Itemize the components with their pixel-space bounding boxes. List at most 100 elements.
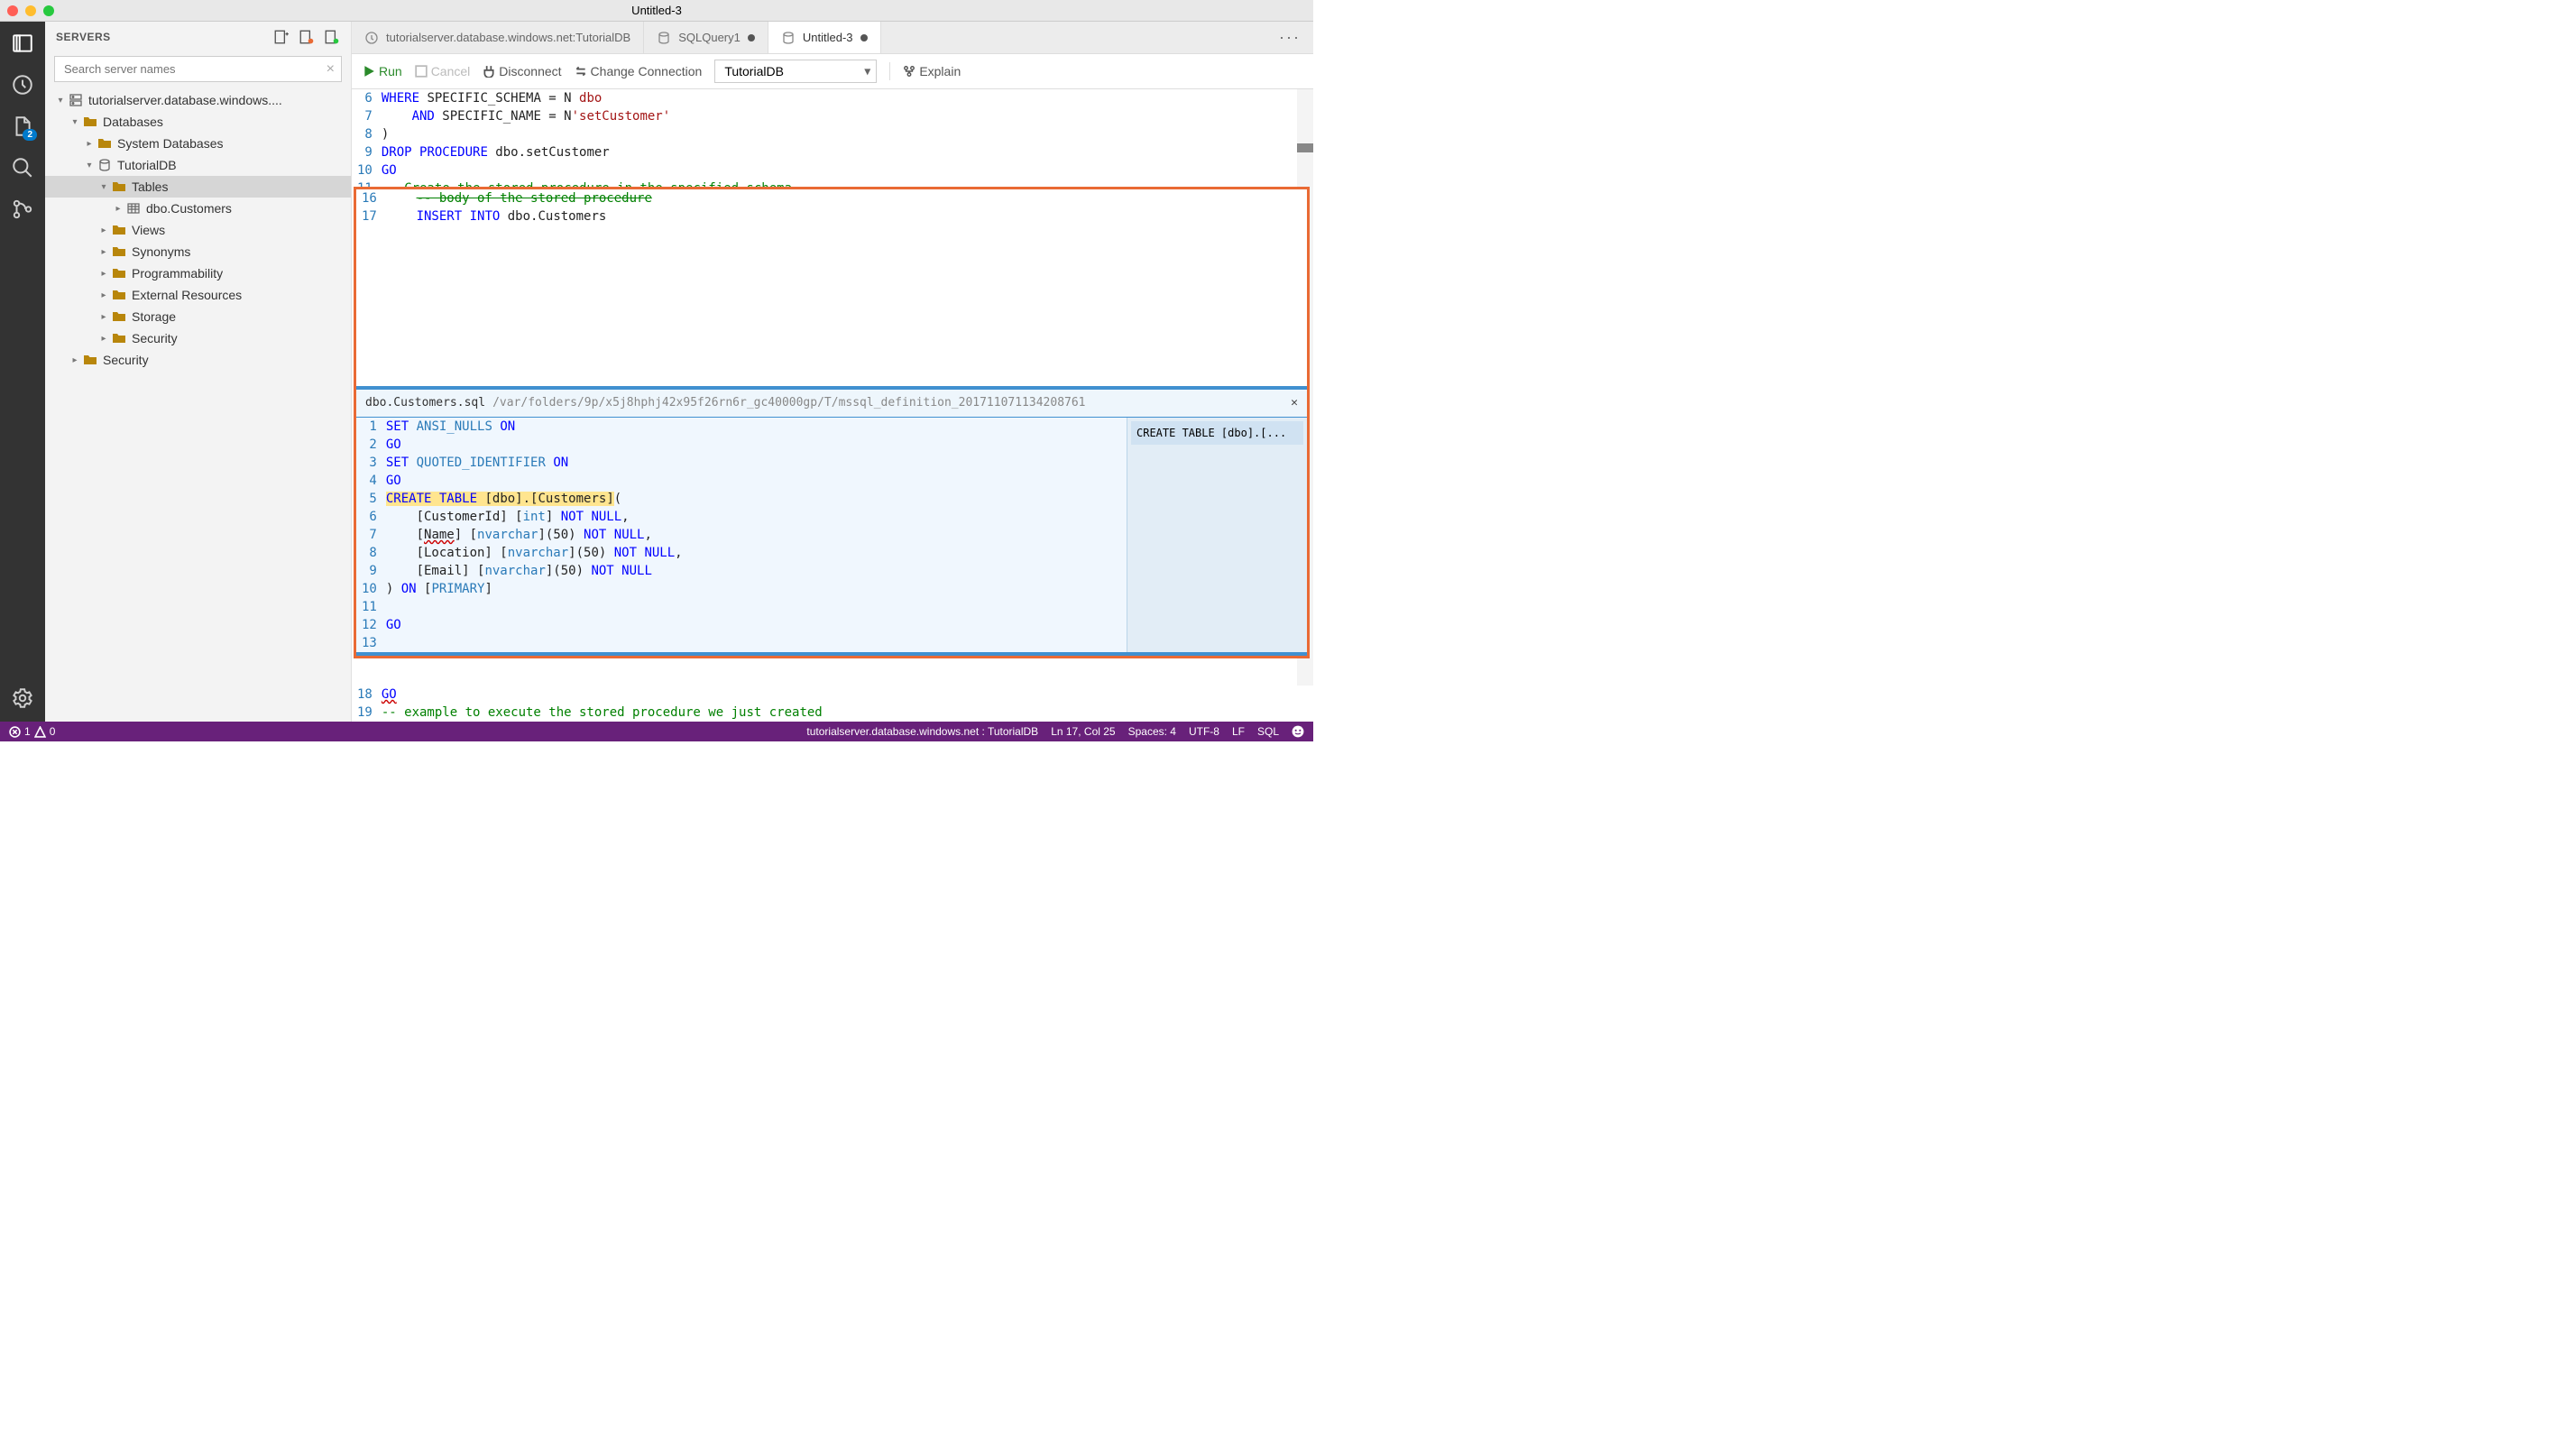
tree-item-prog[interactable]: ▸ Programmability	[45, 262, 351, 284]
folder-icon	[83, 353, 97, 367]
tab-label: Untitled-3	[803, 31, 853, 44]
tree-item-dbs[interactable]: ▾Databases	[45, 111, 351, 133]
folder-icon	[97, 136, 112, 151]
database-select-value: TutorialDB	[724, 64, 784, 78]
run-button[interactable]: Run	[363, 64, 402, 78]
peek-filepath: /var/folders/9p/x5j8hphj42x95f26rn6r_gc4…	[492, 394, 1085, 412]
change-connection-button[interactable]: Change Connection	[575, 64, 703, 78]
twisty-icon[interactable]: ▸	[97, 267, 110, 280]
twisty-icon[interactable]: ▸	[69, 354, 81, 366]
activity-settings-icon[interactable]	[10, 686, 35, 711]
tab-bar: tutorialserver.database.windows.net:Tuto…	[352, 22, 1313, 54]
twisty-icon[interactable]: ▸	[83, 137, 96, 150]
editor-lower[interactable]: 1819 GO-- example to execute the stored …	[352, 686, 1313, 722]
sidebar-header: SERVERS	[45, 22, 351, 52]
search-clear-icon[interactable]: ×	[327, 61, 335, 78]
tab-tab2[interactable]: SQLQuery1	[644, 22, 768, 53]
peek-filename: dbo.Customers.sql	[365, 394, 485, 412]
tree-item-ext[interactable]: ▸ External Resources	[45, 284, 351, 306]
window-close-button[interactable]	[7, 5, 18, 16]
peek-references-list: CREATE TABLE [dbo].[...	[1127, 418, 1307, 652]
twisty-icon[interactable]: ▾	[83, 159, 96, 171]
folder-icon	[112, 266, 126, 281]
window-minimize-button[interactable]	[25, 5, 36, 16]
peek-close-icon[interactable]: ✕	[1291, 394, 1298, 412]
editor-upper[interactable]: 6789101112131415 WHERE SPECIFIC_SCHEMA =…	[352, 89, 1313, 686]
dirty-indicator-icon	[748, 34, 755, 41]
tab-label: SQLQuery1	[678, 31, 741, 44]
toolbar-separator	[889, 62, 890, 80]
tree-item-srv[interactable]: ▾tutorialserver.database.windows....	[45, 89, 351, 111]
search-input[interactable]	[54, 56, 342, 82]
activity-history-icon[interactable]	[10, 72, 35, 97]
disconnect-button[interactable]: Disconnect	[483, 64, 561, 78]
tree-item-tables[interactable]: ▾ Tables	[45, 176, 351, 198]
query-toolbar: Run Cancel Disconnect Change Connection …	[352, 54, 1313, 89]
status-language[interactable]: SQL	[1257, 725, 1279, 738]
peek-header: dbo.Customers.sql /var/folders/9p/x5j8hp…	[356, 390, 1307, 418]
activity-search-icon[interactable]	[10, 155, 35, 180]
new-group-icon[interactable]	[324, 29, 340, 45]
tree-item-sysdb[interactable]: ▸ System Databases	[45, 133, 351, 154]
cancel-button[interactable]: Cancel	[415, 64, 471, 78]
twisty-icon[interactable]: ▸	[112, 202, 124, 215]
status-problems[interactable]: 1 0	[9, 725, 55, 738]
twisty-icon[interactable]: ▾	[97, 180, 110, 193]
tree-item-cust[interactable]: ▸dbo.Customers	[45, 198, 351, 219]
explain-button[interactable]: Explain	[903, 64, 961, 78]
tree-item-syn[interactable]: ▸Synonyms	[45, 241, 351, 262]
editor-area: tutorialserver.database.windows.net:Tuto…	[352, 22, 1313, 722]
status-feedback-icon[interactable]	[1292, 725, 1304, 738]
tree-label: System Databases	[117, 136, 224, 151]
tree-label: External Resources	[132, 288, 242, 302]
tab-label: tutorialserver.database.windows.net:Tuto…	[386, 31, 630, 44]
status-connection[interactable]: tutorialserver.database.windows.net : Tu…	[806, 725, 1038, 738]
folder-icon	[112, 309, 126, 324]
tree-item-stor[interactable]: ▸Storage	[45, 306, 351, 327]
sidebar-search: ×	[54, 56, 342, 82]
twisty-icon[interactable]: ▸	[97, 310, 110, 323]
tab-icon	[781, 31, 796, 45]
folder-icon	[83, 115, 97, 129]
new-connection-icon[interactable]	[273, 29, 290, 45]
tree-label: Programmability	[132, 266, 223, 281]
twisty-icon[interactable]: ▾	[69, 115, 81, 128]
window-zoom-button[interactable]	[43, 5, 54, 16]
tree-label: Views	[132, 223, 165, 237]
dirty-indicator-icon	[860, 34, 868, 41]
tab-icon	[364, 31, 379, 45]
tab-tab3[interactable]: Untitled-3	[768, 22, 881, 53]
tree-label: Tables	[132, 179, 168, 194]
tree-item-views[interactable]: ▸ Views	[45, 219, 351, 241]
database-select[interactable]: TutorialDB	[714, 60, 877, 83]
activity-explorer-icon[interactable]: 2	[10, 114, 35, 139]
peek-ref-item[interactable]: CREATE TABLE [dbo].[...	[1131, 421, 1303, 445]
new-query-icon[interactable]	[299, 29, 315, 45]
status-cursor-position[interactable]: Ln 17, Col 25	[1051, 725, 1115, 738]
activity-bar: 2	[0, 22, 45, 722]
db-icon	[97, 158, 112, 172]
tree-label: Security	[103, 353, 149, 367]
titlebar: Untitled-3	[0, 0, 1313, 22]
tree-item-tdb[interactable]: ▾TutorialDB	[45, 154, 351, 176]
activity-servers-icon[interactable]	[10, 31, 35, 56]
folder-icon	[112, 331, 126, 345]
twisty-icon[interactable]: ▸	[97, 332, 110, 345]
twisty-icon[interactable]: ▸	[97, 289, 110, 301]
activity-source-control-icon[interactable]	[10, 197, 35, 222]
status-encoding[interactable]: UTF-8	[1189, 725, 1219, 738]
status-indentation[interactable]: Spaces: 4	[1128, 725, 1176, 738]
tree-item-sec2[interactable]: ▸ Security	[45, 349, 351, 371]
tab-overflow-icon[interactable]: ···	[1266, 28, 1313, 47]
tree-item-sec1[interactable]: ▸Security	[45, 327, 351, 349]
folder-icon	[112, 223, 126, 237]
twisty-icon[interactable]: ▾	[54, 94, 67, 106]
tab-tab1[interactable]: tutorialserver.database.windows.net:Tuto…	[352, 22, 644, 53]
twisty-icon[interactable]: ▸	[97, 245, 110, 258]
twisty-icon[interactable]: ▸	[97, 224, 110, 236]
run-label: Run	[379, 64, 402, 78]
cancel-label: Cancel	[431, 64, 471, 78]
status-eol[interactable]: LF	[1232, 725, 1245, 738]
explain-label: Explain	[919, 64, 961, 78]
server-tree: ▾tutorialserver.database.windows....▾Dat…	[45, 89, 351, 722]
